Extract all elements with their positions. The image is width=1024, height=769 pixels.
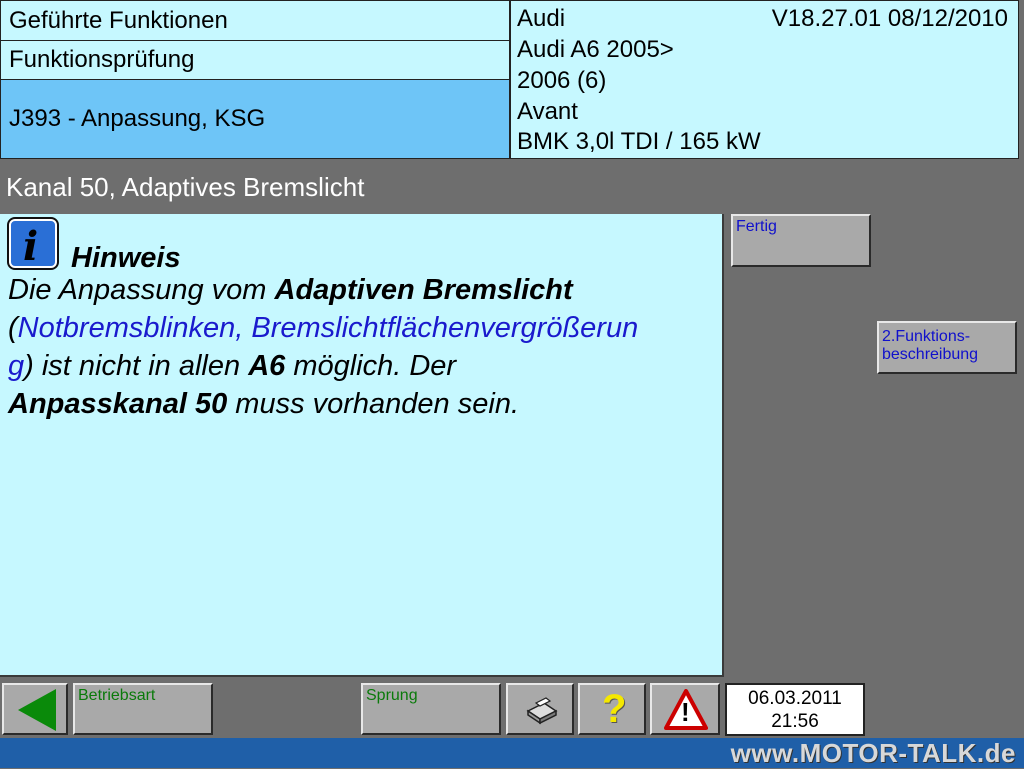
warning-button[interactable]: ! (650, 683, 720, 735)
header-module: J393 - Anpassung, KSG (0, 79, 510, 159)
vehicle-model: Audi A6 2005> (517, 36, 674, 63)
printer-icon (526, 697, 558, 725)
message-panel: i Hinweis Die Anpassung vom Adaptiven Br… (0, 214, 724, 677)
watermark: www.MOTOR-TALK.de (730, 738, 1016, 768)
sprung-label: Sprung (366, 687, 418, 704)
vehicle-year: 2006 (6) (517, 67, 607, 94)
sprung-button[interactable]: Sprung (361, 683, 501, 735)
fertig-button-label: Fertig (736, 218, 777, 235)
header-function-test-label: Funktionsprüfung (9, 46, 195, 73)
vehicle-info-panel: Audi V18.27.01 08/12/2010 Audi A6 2005> … (510, 0, 1019, 159)
header-module-label: J393 - Anpassung, KSG (9, 105, 266, 132)
function-description-button[interactable]: 2.Funktions-beschreibung (877, 321, 1017, 374)
title-bar: Kanal 50, Adaptives Bremslicht (0, 160, 1024, 212)
header-function-test: Funktionsprüfung (0, 40, 510, 80)
page-title: Kanal 50, Adaptives Bremslicht (6, 172, 365, 202)
header-guided-functions-label: Geführte Funktionen (9, 6, 228, 34)
print-button[interactable] (506, 683, 574, 735)
betriebsart-button[interactable]: Betriebsart (73, 683, 213, 735)
warning-mark: ! (681, 697, 690, 727)
back-button[interactable] (2, 683, 68, 735)
software-version: V18.27.01 08/12/2010 (771, 5, 1008, 32)
vehicle-engine: BMK 3,0l TDI / 165 kW (517, 128, 761, 155)
datetime-display: 06.03.2011 21:56 (725, 683, 865, 736)
bottom-strip: www.MOTOR-TALK.de (0, 738, 1024, 768)
info-icon: i (9, 219, 57, 270)
betriebsart-label: Betriebsart (78, 687, 156, 704)
vehicle-body: Avant (517, 98, 578, 125)
function-description-label: 2.Funktions-beschreibung (882, 328, 979, 363)
help-button[interactable]: ? (578, 683, 646, 735)
time-label: 21:56 (771, 711, 819, 732)
fertig-button[interactable]: Fertig (731, 214, 871, 267)
message-link[interactable]: Notbremsblinken, Bremslichtflächenvergrö… (18, 312, 639, 344)
help-icon: ? (602, 687, 627, 731)
vehicle-brand: Audi (517, 5, 566, 32)
message-text: Die Anpassung vom Adaptiven Bremslicht (… (8, 274, 639, 420)
date-label: 06.03.2011 (748, 688, 842, 709)
back-arrow-icon (18, 689, 56, 731)
header-guided-functions: Geführte Funktionen (0, 0, 510, 41)
